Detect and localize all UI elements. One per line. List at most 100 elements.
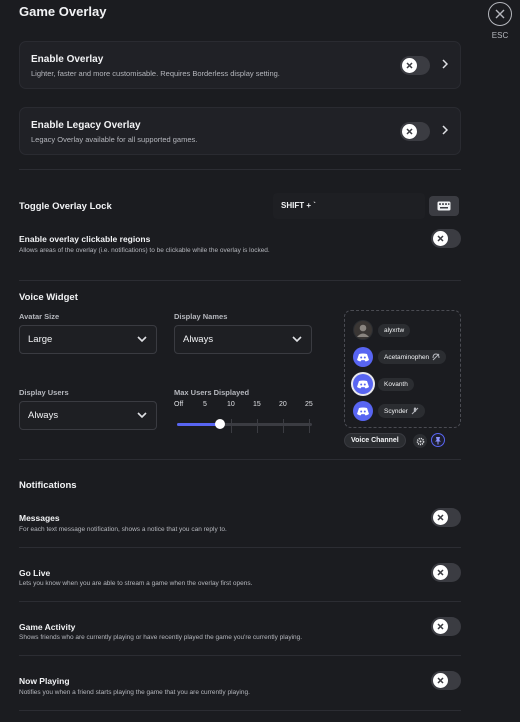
x-icon	[406, 128, 413, 135]
now-playing-toggle[interactable]	[431, 671, 461, 690]
messages-toggle[interactable]	[431, 508, 461, 527]
messages-description: For each text message notification, show…	[19, 526, 227, 533]
card-description: Legacy Overlay available for all support…	[31, 135, 198, 144]
go-live-toggle[interactable]	[431, 563, 461, 582]
preview-user: alyxrtw	[353, 320, 411, 340]
chevron-right-icon	[442, 125, 448, 135]
pin-button[interactable]	[431, 433, 445, 447]
chevron-right-icon	[442, 59, 448, 69]
clickable-regions-description: Allows areas of the overlay (i.e. notifi…	[19, 247, 270, 254]
user-name-pill: Scynder	[378, 404, 425, 418]
slider-tick-label: 10	[227, 401, 235, 408]
toggle-knob	[433, 231, 448, 246]
go-live-description: Lets you know when you are able to strea…	[19, 580, 253, 587]
clickable-regions-toggle[interactable]	[431, 229, 461, 248]
divider	[19, 601, 461, 602]
slider-marker	[257, 419, 258, 433]
esc-label: ESC	[491, 31, 509, 40]
slider-tick-label: 15	[253, 401, 261, 408]
avatar-size-select[interactable]: Large	[19, 325, 157, 354]
divider	[19, 280, 461, 281]
settings-button[interactable]	[413, 434, 427, 448]
now-playing-title: Now Playing	[19, 676, 70, 686]
close-button[interactable]	[488, 2, 512, 26]
game-activity-toggle[interactable]	[431, 617, 461, 636]
display-names-select[interactable]: Always	[174, 325, 312, 354]
now-playing-description: Notifies you when a friend starts playin…	[19, 689, 250, 696]
slider-marker	[283, 419, 284, 433]
max-users-label: Max Users Displayed	[174, 388, 250, 397]
x-icon	[437, 514, 444, 521]
game-activity-title: Game Activity	[19, 622, 76, 632]
user-avatar	[353, 347, 373, 367]
user-avatar-speaking	[353, 374, 373, 394]
select-value: Large	[28, 334, 53, 345]
slider-marker	[231, 419, 232, 433]
discord-logo-icon	[357, 407, 369, 415]
select-value: Always	[183, 334, 214, 345]
preview-user: Scynder	[353, 401, 425, 421]
card-title: Enable Legacy Overlay	[31, 120, 141, 131]
chevron-down-icon	[137, 412, 147, 419]
card-description: Lighter, faster and more customisable. R…	[31, 69, 280, 78]
user-name: alyxrtw	[384, 326, 405, 334]
enable-overlay-toggle[interactable]	[400, 56, 430, 75]
slider-tick-label: 25	[305, 401, 313, 408]
messages-title: Messages	[19, 513, 60, 523]
preview-user: Acetaminophen	[353, 347, 447, 367]
deafened-icon	[432, 353, 440, 361]
user-avatar	[353, 320, 373, 340]
max-users-slider[interactable]	[177, 419, 312, 429]
game-activity-description: Shows friends who are currently playing …	[19, 634, 303, 641]
divider	[19, 655, 461, 656]
toggle-knob	[433, 673, 448, 688]
legacy-overlay-toggle[interactable]	[400, 122, 430, 141]
record-keybind-button[interactable]	[429, 196, 459, 216]
keyboard-icon	[437, 201, 451, 211]
toggle-knob	[402, 58, 417, 73]
divider	[19, 169, 461, 170]
display-users-select[interactable]: Always	[19, 401, 157, 430]
discord-logo-icon	[357, 353, 369, 361]
notifications-title: Notifications	[19, 480, 77, 491]
voice-widget-title: Voice Widget	[19, 292, 78, 303]
keybind-value: SHIFT + `	[281, 201, 316, 210]
user-name-pill: Acetaminophen	[378, 350, 447, 364]
go-live-title: Go Live	[19, 568, 51, 578]
display-users-label: Display Users	[19, 388, 69, 397]
x-icon	[437, 569, 444, 576]
voice-widget-preview: alyxrtw Acetaminophen Kovanth Scynder	[344, 310, 461, 428]
slider-tick-label: 5	[203, 401, 207, 408]
x-icon	[437, 623, 444, 630]
close-icon	[495, 9, 505, 19]
slider-tick-label: Off	[174, 401, 184, 408]
select-value: Always	[28, 410, 59, 421]
slider-fill	[177, 423, 220, 426]
chevron-down-icon	[137, 336, 147, 343]
enable-legacy-overlay-card[interactable]: Enable Legacy Overlay Legacy Overlay ava…	[19, 107, 461, 155]
slider-marker	[309, 419, 310, 433]
overlay-lock-label: Toggle Overlay Lock	[19, 201, 112, 212]
user-avatar	[353, 401, 373, 421]
pin-icon	[435, 436, 441, 444]
discord-logo-icon	[357, 380, 369, 388]
gear-icon	[416, 437, 424, 445]
chevron-down-icon	[292, 336, 302, 343]
user-name: Kovanth	[384, 380, 408, 388]
page-title: Game Overlay	[19, 4, 107, 19]
slider-handle[interactable]	[215, 419, 225, 429]
divider	[19, 710, 461, 711]
divider	[19, 547, 461, 548]
keybind-field[interactable]: SHIFT + `	[273, 193, 425, 219]
close-control: ESC	[487, 2, 513, 40]
user-name-pill: alyxrtw	[378, 323, 411, 337]
display-names-label: Display Names	[174, 312, 228, 321]
enable-overlay-card[interactable]: Enable Overlay Lighter, faster and more …	[19, 41, 461, 89]
user-name: Scynder	[384, 407, 408, 415]
muted-icon	[411, 407, 419, 415]
avatar-photo-icon	[354, 321, 372, 339]
card-title: Enable Overlay	[31, 54, 104, 65]
clickable-regions-title: Enable overlay clickable regions	[19, 234, 151, 244]
slider-tick-label: 20	[279, 401, 287, 408]
toggle-knob	[433, 510, 448, 525]
